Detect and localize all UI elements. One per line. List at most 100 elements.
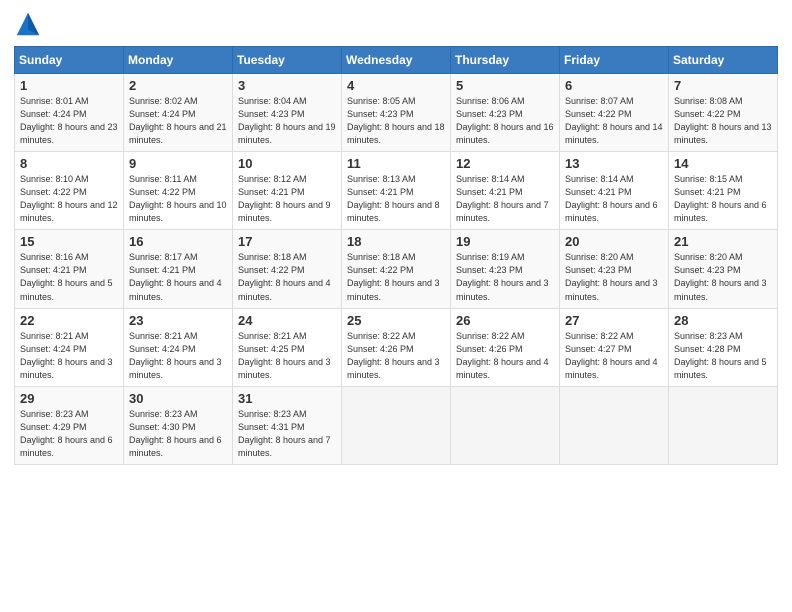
day-info: Sunrise: 8:21 AM Sunset: 4:24 PM Dayligh… xyxy=(20,330,118,382)
day-info: Sunrise: 8:08 AM Sunset: 4:22 PM Dayligh… xyxy=(674,95,772,147)
day-info: Sunrise: 8:01 AM Sunset: 4:24 PM Dayligh… xyxy=(20,95,118,147)
calendar-cell: 3Sunrise: 8:04 AM Sunset: 4:23 PM Daylig… xyxy=(233,74,342,152)
day-info: Sunrise: 8:23 AM Sunset: 4:30 PM Dayligh… xyxy=(129,408,227,460)
calendar-cell: 26 Sunrise: 8:22 AM Sunset: 4:26 PM Dayli… xyxy=(451,308,560,386)
calendar-cell: 9 Sunrise: 8:11 AM Sunset: 4:22 PM Daylig… xyxy=(124,152,233,230)
day-info: Sunrise: 8:10 AM Sunset: 4:22 PM Dayligh… xyxy=(20,173,118,225)
day-number: 16 xyxy=(129,234,227,249)
calendar-cell: 31 Sunrise: 8:23 AM Sunset: 4:31 PM Dayli… xyxy=(233,386,342,464)
day-number: 24 xyxy=(238,313,336,328)
day-header-thursday: Thursday xyxy=(451,47,560,74)
day-info: Sunrise: 8:02 AM Sunset: 4:24 PM Dayligh… xyxy=(129,95,227,147)
calendar-cell: 28 Sunrise: 8:23 AM Sunset: 4:28 PM Dayli… xyxy=(669,308,778,386)
day-number: 4 xyxy=(347,78,445,93)
calendar-header: SundayMondayTuesdayWednesdayThursdayFrid… xyxy=(15,47,778,74)
day-number: 19 xyxy=(456,234,554,249)
day-info: Sunrise: 8:11 AM Sunset: 4:22 PM Dayligh… xyxy=(129,173,227,225)
day-number: 25 xyxy=(347,313,445,328)
day-info: Sunrise: 8:19 AM Sunset: 4:23 PM Dayligh… xyxy=(456,251,554,303)
day-info: Sunrise: 8:14 AM Sunset: 4:21 PM Dayligh… xyxy=(565,173,663,225)
day-header-friday: Friday xyxy=(560,47,669,74)
calendar-body: 1 Sunrise: 8:01 AM Sunset: 4:24 PM Daylig… xyxy=(15,74,778,465)
calendar-cell: 5Sunrise: 8:06 AM Sunset: 4:23 PM Daylig… xyxy=(451,74,560,152)
day-number: 23 xyxy=(129,313,227,328)
logo-icon xyxy=(14,10,42,38)
day-number: 2 xyxy=(129,78,227,93)
day-number: 26 xyxy=(456,313,554,328)
header xyxy=(14,10,778,38)
calendar-cell: 22Sunrise: 8:21 AM Sunset: 4:24 PM Dayli… xyxy=(15,308,124,386)
calendar-cell: 20 Sunrise: 8:20 AM Sunset: 4:23 PM Dayli… xyxy=(560,230,669,308)
calendar-cell xyxy=(669,386,778,464)
day-number: 20 xyxy=(565,234,663,249)
day-info: Sunrise: 8:15 AM Sunset: 4:21 PM Dayligh… xyxy=(674,173,772,225)
day-number: 6 xyxy=(565,78,663,93)
day-info: Sunrise: 8:17 AM Sunset: 4:21 PM Dayligh… xyxy=(129,251,227,303)
day-info: Sunrise: 8:18 AM Sunset: 4:22 PM Dayligh… xyxy=(238,251,336,303)
day-header-sunday: Sunday xyxy=(15,47,124,74)
calendar-cell: 17 Sunrise: 8:18 AM Sunset: 4:22 PM Dayli… xyxy=(233,230,342,308)
logo xyxy=(14,10,46,38)
day-info: Sunrise: 8:21 AM Sunset: 4:25 PM Dayligh… xyxy=(238,330,336,382)
day-info: Sunrise: 8:22 AM Sunset: 4:27 PM Dayligh… xyxy=(565,330,663,382)
day-number: 10 xyxy=(238,156,336,171)
calendar-week-2: 8Sunrise: 8:10 AM Sunset: 4:22 PM Daylig… xyxy=(15,152,778,230)
day-number: 9 xyxy=(129,156,227,171)
day-number: 13 xyxy=(565,156,663,171)
day-info: Sunrise: 8:14 AM Sunset: 4:21 PM Dayligh… xyxy=(456,173,554,225)
calendar-cell: 16 Sunrise: 8:17 AM Sunset: 4:21 PM Dayli… xyxy=(124,230,233,308)
calendar-cell: 6 Sunrise: 8:07 AM Sunset: 4:22 PM Daylig… xyxy=(560,74,669,152)
calendar-cell: 19 Sunrise: 8:19 AM Sunset: 4:23 PM Dayli… xyxy=(451,230,560,308)
day-info: Sunrise: 8:18 AM Sunset: 4:22 PM Dayligh… xyxy=(347,251,445,303)
day-header-saturday: Saturday xyxy=(669,47,778,74)
calendar-cell xyxy=(342,386,451,464)
day-number: 31 xyxy=(238,391,336,406)
calendar-cell: 18Sunrise: 8:18 AM Sunset: 4:22 PM Dayli… xyxy=(342,230,451,308)
day-number: 3 xyxy=(238,78,336,93)
day-number: 14 xyxy=(674,156,772,171)
day-header-tuesday: Tuesday xyxy=(233,47,342,74)
day-info: Sunrise: 8:22 AM Sunset: 4:26 PM Dayligh… xyxy=(347,330,445,382)
day-number: 1 xyxy=(20,78,118,93)
day-info: Sunrise: 8:05 AM Sunset: 4:23 PM Dayligh… xyxy=(347,95,445,147)
day-number: 29 xyxy=(20,391,118,406)
day-number: 21 xyxy=(674,234,772,249)
day-info: Sunrise: 8:20 AM Sunset: 4:23 PM Dayligh… xyxy=(565,251,663,303)
day-header-monday: Monday xyxy=(124,47,233,74)
calendar-cell: 29 Sunrise: 8:23 AM Sunset: 4:29 PM Dayli… xyxy=(15,386,124,464)
page: SundayMondayTuesdayWednesdayThursdayFrid… xyxy=(0,0,792,612)
calendar-cell: 12 Sunrise: 8:14 AM Sunset: 4:21 PM Dayli… xyxy=(451,152,560,230)
day-number: 28 xyxy=(674,313,772,328)
calendar-cell: 30 Sunrise: 8:23 AM Sunset: 4:30 PM Dayli… xyxy=(124,386,233,464)
day-info: Sunrise: 8:06 AM Sunset: 4:23 PM Dayligh… xyxy=(456,95,554,147)
day-number: 7 xyxy=(674,78,772,93)
calendar-cell: 27Sunrise: 8:22 AM Sunset: 4:27 PM Dayli… xyxy=(560,308,669,386)
day-info: Sunrise: 8:07 AM Sunset: 4:22 PM Dayligh… xyxy=(565,95,663,147)
calendar-cell: 4 Sunrise: 8:05 AM Sunset: 4:23 PM Daylig… xyxy=(342,74,451,152)
day-info: Sunrise: 8:22 AM Sunset: 4:26 PM Dayligh… xyxy=(456,330,554,382)
calendar-cell: 1 Sunrise: 8:01 AM Sunset: 4:24 PM Daylig… xyxy=(15,74,124,152)
calendar-cell: 25 Sunrise: 8:22 AM Sunset: 4:26 PM Dayli… xyxy=(342,308,451,386)
calendar: SundayMondayTuesdayWednesdayThursdayFrid… xyxy=(14,46,778,465)
day-info: Sunrise: 8:23 AM Sunset: 4:31 PM Dayligh… xyxy=(238,408,336,460)
day-info: Sunrise: 8:23 AM Sunset: 4:29 PM Dayligh… xyxy=(20,408,118,460)
day-header-wednesday: Wednesday xyxy=(342,47,451,74)
calendar-cell: 11Sunrise: 8:13 AM Sunset: 4:21 PM Dayli… xyxy=(342,152,451,230)
day-number: 30 xyxy=(129,391,227,406)
day-info: Sunrise: 8:23 AM Sunset: 4:28 PM Dayligh… xyxy=(674,330,772,382)
day-info: Sunrise: 8:20 AM Sunset: 4:23 PM Dayligh… xyxy=(674,251,772,303)
calendar-cell: 23Sunrise: 8:21 AM Sunset: 4:24 PM Dayli… xyxy=(124,308,233,386)
calendar-cell: 13 Sunrise: 8:14 AM Sunset: 4:21 PM Dayli… xyxy=(560,152,669,230)
calendar-cell: 10Sunrise: 8:12 AM Sunset: 4:21 PM Dayli… xyxy=(233,152,342,230)
calendar-cell: 2 Sunrise: 8:02 AM Sunset: 4:24 PM Daylig… xyxy=(124,74,233,152)
calendar-week-4: 22Sunrise: 8:21 AM Sunset: 4:24 PM Dayli… xyxy=(15,308,778,386)
calendar-cell: 21 Sunrise: 8:20 AM Sunset: 4:23 PM Dayli… xyxy=(669,230,778,308)
day-number: 12 xyxy=(456,156,554,171)
day-number: 17 xyxy=(238,234,336,249)
calendar-cell: 8Sunrise: 8:10 AM Sunset: 4:22 PM Daylig… xyxy=(15,152,124,230)
day-number: 15 xyxy=(20,234,118,249)
day-number: 11 xyxy=(347,156,445,171)
calendar-cell xyxy=(560,386,669,464)
calendar-cell: 15Sunrise: 8:16 AM Sunset: 4:21 PM Dayli… xyxy=(15,230,124,308)
calendar-week-1: 1 Sunrise: 8:01 AM Sunset: 4:24 PM Daylig… xyxy=(15,74,778,152)
